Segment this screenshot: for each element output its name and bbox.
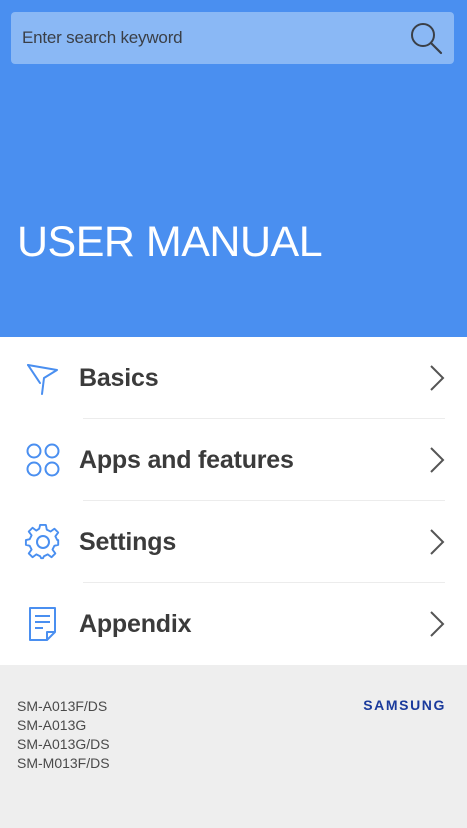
- header-banner: Enter search keyword USER MANUAL: [0, 0, 467, 337]
- gear-icon: [24, 523, 60, 560]
- chevron-right-icon: [430, 365, 445, 391]
- footer: SM-A013F/DS SM-A013G SM-A013G/DS SM-M013…: [0, 665, 467, 828]
- menu-item-settings[interactable]: Settings: [0, 501, 467, 583]
- brand-logo: SAMSUNG: [363, 697, 446, 713]
- menu-item-basics[interactable]: Basics: [0, 337, 467, 419]
- model-number: SM-A013F/DS: [17, 698, 108, 714]
- menu-item-label: Apps and features: [79, 446, 294, 474]
- apps-grid-icon: [26, 443, 60, 477]
- chevron-right-icon: [430, 611, 445, 637]
- model-number: SM-A013G/DS: [17, 736, 110, 752]
- chevron-right-icon: [430, 447, 445, 473]
- document-icon: [29, 607, 56, 641]
- search-input[interactable]: Enter search keyword: [22, 12, 183, 64]
- chevron-right-icon: [430, 529, 445, 555]
- model-number: SM-A013G: [17, 717, 87, 733]
- menu-item-label: Settings: [79, 528, 177, 556]
- menu-item-label: Appendix: [79, 610, 192, 638]
- search-icon[interactable]: [409, 21, 443, 55]
- search-bar[interactable]: Enter search keyword: [11, 12, 454, 64]
- model-number: SM-M013F/DS: [17, 755, 110, 771]
- menu-list: Basics Apps and features Settings Append…: [0, 337, 467, 665]
- model-list: SM-A013F/DS SM-A013G SM-A013G/DS SM-M013…: [17, 697, 110, 773]
- menu-item-appendix[interactable]: Appendix: [0, 583, 467, 665]
- menu-item-apps-and-features[interactable]: Apps and features: [0, 419, 467, 501]
- page-title: USER MANUAL: [17, 218, 323, 266]
- flag-icon: [27, 364, 58, 395]
- menu-item-label: Basics: [79, 364, 159, 392]
